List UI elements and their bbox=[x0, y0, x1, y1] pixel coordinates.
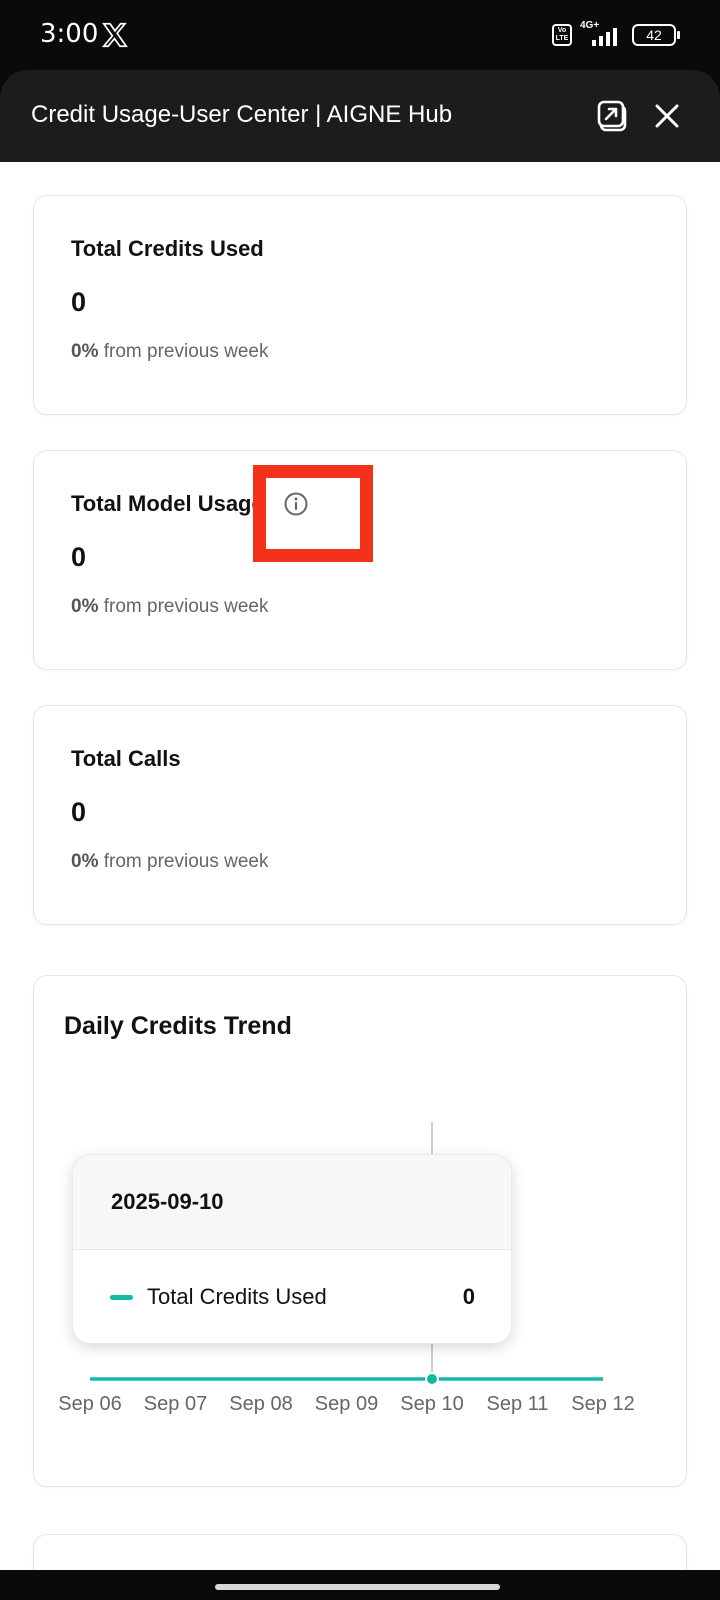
stat-title: Total Credits Used bbox=[71, 236, 264, 261]
series-swatch bbox=[110, 1295, 133, 1300]
close-icon[interactable] bbox=[652, 101, 682, 131]
open-external-icon[interactable] bbox=[595, 98, 631, 134]
stat-change-percent: 0% bbox=[71, 851, 99, 872]
next-card bbox=[33, 1534, 687, 1570]
tooltip-series-label: Total Credits Used bbox=[147, 1284, 327, 1309]
stat-value: 0 bbox=[71, 287, 87, 317]
stat-value: 0 bbox=[71, 542, 87, 572]
stat-change: 0% from previous week bbox=[71, 596, 268, 618]
highlighted-point bbox=[427, 1374, 437, 1384]
stat-change-suffix: from previous week bbox=[98, 341, 269, 362]
x-tick-label: Sep 12 bbox=[571, 1393, 634, 1415]
chart-tooltip: 2025-09-10 Total Credits Used 0 bbox=[72, 1154, 512, 1344]
battery-icon: 42 bbox=[632, 24, 680, 46]
stat-card-total-calls: Total Calls 0 0% from previous week bbox=[33, 705, 687, 925]
status-bar: 3:00 Vo LTE 4G+ 42 bbox=[0, 0, 720, 70]
tooltip-row: Total Credits Used 0 bbox=[73, 1250, 511, 1343]
tooltip-date: 2025-09-10 bbox=[111, 1189, 224, 1214]
x-tick-label: Sep 07 bbox=[144, 1393, 207, 1415]
stat-card-total-credits: Total Credits Used 0 0% from previous we… bbox=[33, 195, 687, 415]
x-tick-label: Sep 06 bbox=[58, 1393, 121, 1415]
page-title: Credit Usage-User Center | AIGNE Hub bbox=[31, 101, 453, 128]
x-logo-icon bbox=[101, 22, 128, 48]
highlight-annotation-box bbox=[253, 465, 373, 562]
stat-change-suffix: from previous week bbox=[98, 851, 269, 872]
home-indicator[interactable] bbox=[215, 1584, 500, 1590]
main-content[interactable]: Total Credits Used 0 0% from previous we… bbox=[0, 162, 720, 1570]
volte-icon: Vo LTE bbox=[552, 24, 572, 46]
stat-title: Total Model Usage bbox=[71, 491, 264, 516]
signal-icon: 4G+ bbox=[580, 20, 624, 48]
x-tick-label: Sep 08 bbox=[229, 1393, 292, 1415]
stat-title: Total Calls bbox=[71, 746, 181, 771]
stat-change-suffix: from previous week bbox=[98, 596, 269, 617]
volte-label: Vo LTE bbox=[555, 27, 569, 42]
tooltip-header: 2025-09-10 bbox=[73, 1155, 511, 1250]
battery-level: 42 bbox=[646, 27, 662, 43]
x-tick-label: Sep 10 bbox=[400, 1393, 463, 1415]
daily-credits-trend-card: Daily Credits Trend Sep 06 Sep 07 Sep 08 Se… bbox=[33, 975, 687, 1487]
stat-change: 0% from previous week bbox=[71, 851, 268, 873]
stat-change: 0% from previous week bbox=[71, 341, 268, 363]
stat-value: 0 bbox=[71, 797, 87, 827]
x-tick-label: Sep 09 bbox=[315, 1393, 378, 1415]
x-tick-label: Sep 11 bbox=[487, 1393, 549, 1415]
stat-change-percent: 0% bbox=[71, 341, 99, 362]
status-time: 3:00 bbox=[40, 19, 99, 49]
tooltip-value: 0 bbox=[462, 1284, 475, 1309]
stat-change-percent: 0% bbox=[71, 596, 99, 617]
webview-header: Credit Usage-User Center | AIGNE Hub bbox=[0, 70, 720, 162]
